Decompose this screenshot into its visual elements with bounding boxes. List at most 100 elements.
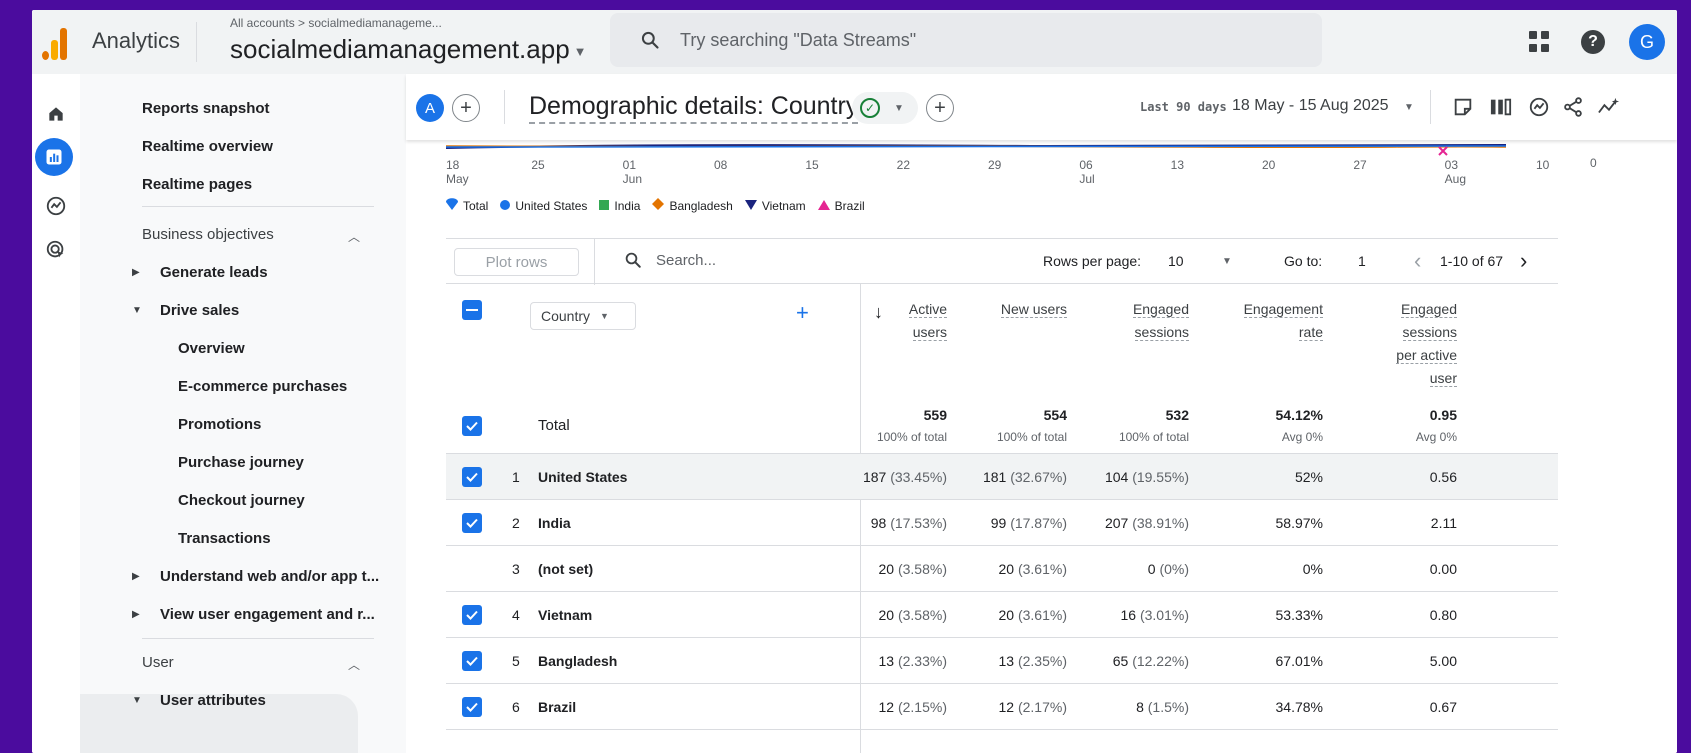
header-new-users[interactable]: New users: [1000, 298, 1067, 321]
chevron-left-icon[interactable]: ‹: [1414, 248, 1421, 274]
row-engaged-sessions: 0 (0%): [1147, 561, 1189, 577]
nav-promotions[interactable]: Promotions: [178, 416, 261, 433]
caret-down-icon[interactable]: ▼: [1404, 102, 1414, 113]
row-checkbox[interactable]: [462, 697, 482, 717]
date-range-picker[interactable]: 18 May - 15 Aug 2025: [1232, 97, 1389, 115]
row-engaged-sessions: 16 (3.01%): [1120, 607, 1190, 623]
add-dimension-button[interactable]: +: [796, 300, 809, 326]
report-title[interactable]: Demographic details: Country: [529, 92, 859, 124]
nav-drive-sales[interactable]: Drive sales: [160, 302, 239, 319]
chart-series-line: [446, 145, 1506, 148]
row-sessions-per-user: 0.80: [1429, 607, 1457, 623]
nav-transactions[interactable]: Transactions: [178, 530, 271, 547]
legend-item[interactable]: India: [599, 199, 640, 213]
explore-icon[interactable]: [44, 194, 68, 218]
row-active-users: 20 (3.58%): [878, 607, 948, 623]
chevron-up-icon[interactable]: ︿: [348, 228, 360, 245]
y-axis-tick: 0: [1590, 156, 1597, 170]
x-axis-tick: 01 Jun: [622, 158, 643, 186]
row-new-users: 20 (3.61%): [998, 561, 1068, 577]
table-search-placeholder: Search...: [656, 251, 717, 269]
select-all-checkbox[interactable]: [462, 300, 482, 320]
chart-legend: Total United States India Bangladesh Vietnam…: [446, 198, 877, 213]
avatar[interactable]: G: [1629, 24, 1665, 60]
share-icon[interactable]: [1560, 94, 1586, 120]
row-checkbox[interactable]: [462, 605, 482, 625]
row-engaged-sessions: 104 (19.55%): [1104, 469, 1189, 485]
nav-realtime-pages[interactable]: Realtime pages: [142, 176, 252, 193]
section-business-objectives[interactable]: Business objectives: [142, 226, 274, 243]
nav-user-attributes[interactable]: User attributes: [160, 692, 266, 709]
legend-circle-icon: [500, 199, 511, 213]
home-icon[interactable]: [44, 102, 68, 126]
rows-per-page-select[interactable]: 10: [1168, 253, 1184, 269]
expand-right-icon[interactable]: ▶: [132, 571, 140, 582]
legend-square-icon: [599, 199, 610, 213]
nav-realtime-overview[interactable]: Realtime overview: [142, 138, 273, 155]
check-circle-icon: ✓: [860, 98, 880, 118]
nav-reports-snapshot[interactable]: Reports snapshot: [142, 100, 270, 117]
legend-label: Vietnam: [761, 198, 806, 213]
row-checkbox[interactable]: [462, 513, 482, 533]
header-engaged-sessions-per-user[interactable]: Engaged sessions per active user: [1396, 298, 1457, 390]
expand-right-icon[interactable]: ▶: [132, 267, 140, 278]
annotation-icon[interactable]: [1450, 94, 1476, 120]
legend-triangle-up-icon: [817, 199, 830, 213]
apps-grid-icon[interactable]: [1529, 31, 1551, 53]
caret-down-icon: ▼: [894, 102, 904, 114]
nav-understand-web-app[interactable]: Understand web and/or app t...: [160, 568, 379, 585]
go-to-input[interactable]: 1: [1358, 253, 1366, 269]
row-engagement-rate: 34.78%: [1275, 699, 1323, 715]
nav-checkout-journey[interactable]: Checkout journey: [178, 492, 305, 509]
add-report-button[interactable]: +: [926, 94, 954, 122]
x-axis-tick: 20: [1262, 158, 1276, 172]
search-bar[interactable]: Try searching "Data Streams": [610, 13, 1322, 67]
total-row-checkbox[interactable]: [462, 416, 482, 436]
plot-rows-button[interactable]: Plot rows: [454, 248, 579, 276]
advertising-icon[interactable]: [44, 238, 68, 262]
header-engaged-sessions[interactable]: Engaged sessions: [1132, 298, 1189, 344]
property-selector[interactable]: socialmediamanagement.app ▼: [230, 34, 587, 65]
nav-overview[interactable]: Overview: [178, 340, 245, 357]
caret-down-icon[interactable]: ▼: [1222, 256, 1232, 267]
expand-down-icon[interactable]: ▼: [132, 305, 142, 316]
compare-columns-icon[interactable]: [1488, 94, 1514, 120]
chevron-right-icon[interactable]: ›: [1520, 248, 1527, 274]
nav-generate-leads[interactable]: Generate leads: [160, 264, 268, 281]
analytics-logo-icon[interactable]: [40, 24, 70, 60]
add-comparison-button[interactable]: +: [452, 94, 480, 122]
legend-item[interactable]: United States: [500, 199, 587, 213]
total-active-users-sub: 100% of total: [876, 430, 947, 444]
row-index: 1: [512, 469, 520, 485]
chevron-up-icon[interactable]: ︿: [348, 656, 360, 673]
row-checkbox[interactable]: [462, 467, 482, 487]
nav-view-user-engagement[interactable]: View user engagement and r...: [160, 606, 375, 623]
reports-icon[interactable]: [35, 138, 73, 176]
total-sessions-per-user: 0.95: [1429, 407, 1457, 423]
insights-icon[interactable]: [1526, 94, 1552, 120]
account-breadcrumb[interactable]: All accounts > socialmediamanageme...: [230, 16, 442, 30]
search-icon: [641, 31, 659, 49]
section-user[interactable]: User: [142, 654, 174, 671]
help-icon[interactable]: ?: [1581, 30, 1605, 54]
sort-descending-icon[interactable]: ↓: [874, 302, 883, 323]
nav-purchase-journey[interactable]: Purchase journey: [178, 454, 304, 471]
customize-sparkle-icon[interactable]: [1596, 94, 1622, 120]
header-active-users[interactable]: Active users: [908, 298, 947, 344]
comparison-chip[interactable]: A: [416, 94, 444, 122]
legend-item[interactable]: Total: [446, 198, 488, 213]
legend-item[interactable]: Vietnam: [744, 198, 806, 213]
expand-down-icon[interactable]: ▼: [132, 695, 142, 706]
legend-item[interactable]: Bangladesh: [652, 198, 733, 213]
legend-item[interactable]: Brazil: [817, 199, 865, 213]
total-new-users: 554: [1043, 407, 1067, 423]
header-engagement-rate[interactable]: Engagement rate: [1243, 298, 1323, 344]
report-status-button[interactable]: ✓ ▼: [852, 92, 918, 124]
table-search-input[interactable]: Search...: [624, 251, 716, 269]
top-bar: Analytics All accounts > socialmediamana…: [32, 10, 1677, 74]
nav-ecommerce-purchases[interactable]: E-commerce purchases: [178, 378, 347, 395]
row-checkbox[interactable]: [462, 651, 482, 671]
dimension-selector[interactable]: Country ▼: [530, 302, 636, 330]
row-sessions-per-user: 5.00: [1429, 653, 1457, 669]
expand-right-icon[interactable]: ▶: [132, 609, 140, 620]
